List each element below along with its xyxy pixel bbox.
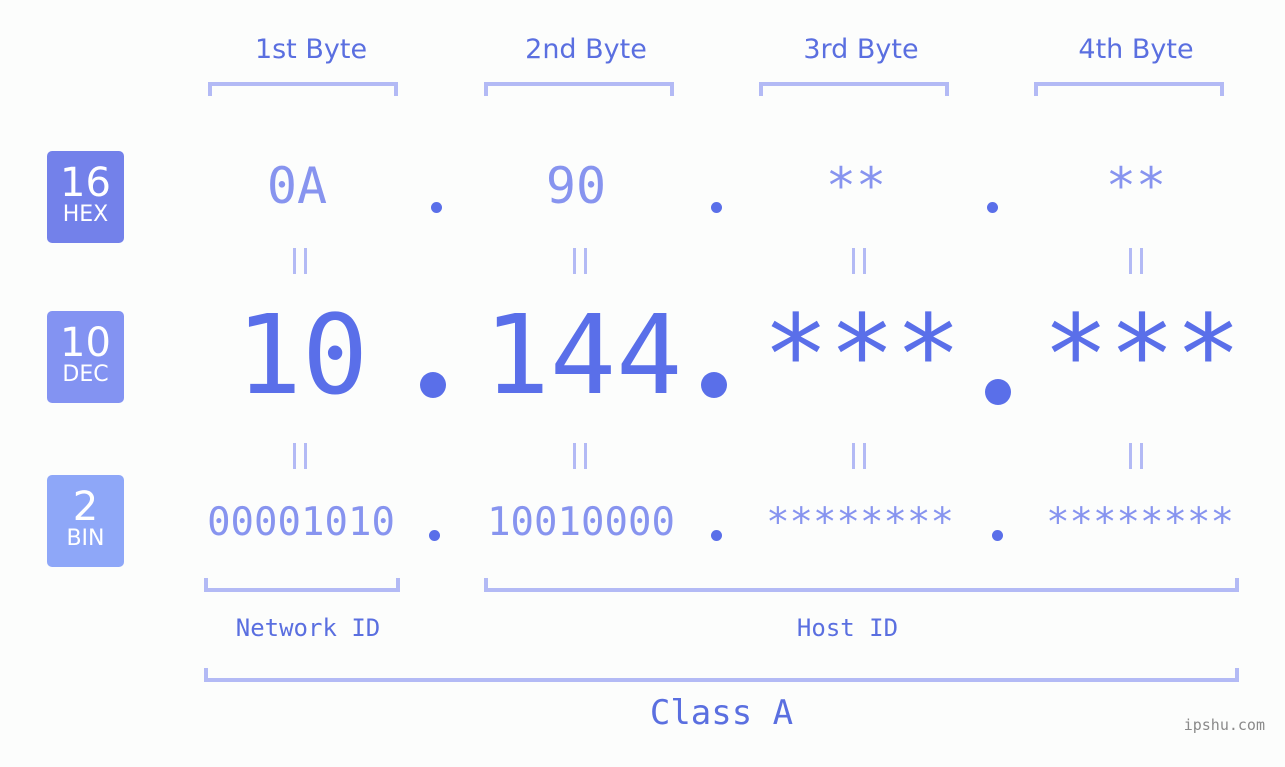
hex-dot-2 [711,202,722,213]
byte-header-1: 1st Byte [254,34,368,65]
bin-badge-number: 2 [72,484,99,530]
equals-icon [293,248,307,274]
network-id-label: Network ID [235,614,381,642]
bin-dot-1 [429,530,440,541]
equals-icon [573,248,587,274]
watermark: ipshu.com [1183,716,1265,734]
dec-byte-4: *** [1042,291,1242,419]
hex-byte-4: ** [1105,157,1167,215]
byte-bracket-4 [1034,82,1224,96]
bin-byte-2: 10010000 [487,500,675,545]
dec-byte-1: 10 [235,291,369,419]
class-bracket [204,668,1239,682]
hex-badge-label: HEX [62,202,109,227]
byte-header-4: 4th Byte [1078,34,1194,65]
hex-badge-number: 16 [60,160,111,206]
dec-badge: 10 DEC [47,311,124,403]
byte-header-2: 2nd Byte [525,34,647,65]
dec-badge-label: DEC [62,362,109,387]
bin-badge: 2 BIN [47,475,124,567]
bin-dot-2 [711,530,722,541]
network-id-bracket [204,578,400,592]
byte-bracket-3 [759,82,949,96]
hex-byte-2: 90 [545,157,607,215]
dec-dot-1 [420,372,446,398]
byte-bracket-1 [208,82,398,96]
equals-icon [852,248,866,274]
dec-dot-3 [985,379,1011,405]
dec-dot-2 [701,372,727,398]
equals-icon [573,443,587,469]
equals-icon [1129,248,1143,274]
bin-badge-label: BIN [66,526,105,551]
bin-byte-1: 00001010 [207,500,395,545]
bin-byte-3: ******** [766,500,954,545]
dec-byte-3: *** [762,291,962,419]
equals-icon [1129,443,1143,469]
byte-header-3: 3rd Byte [803,34,919,65]
hex-badge: 16 HEX [47,151,124,243]
host-id-bracket [484,578,1239,592]
dec-badge-number: 10 [60,320,111,366]
bin-dot-3 [992,530,1003,541]
byte-bracket-2 [484,82,674,96]
host-id-label: Host ID [796,614,899,642]
equals-icon [293,443,307,469]
bin-byte-4: ******** [1046,500,1234,545]
dec-byte-2: 144 [483,291,683,419]
hex-byte-1: 0A [266,157,328,215]
hex-byte-3: ** [825,157,887,215]
hex-dot-1 [431,202,442,213]
equals-icon [852,443,866,469]
ip-class-label: Class A [649,693,794,733]
hex-dot-3 [987,202,998,213]
